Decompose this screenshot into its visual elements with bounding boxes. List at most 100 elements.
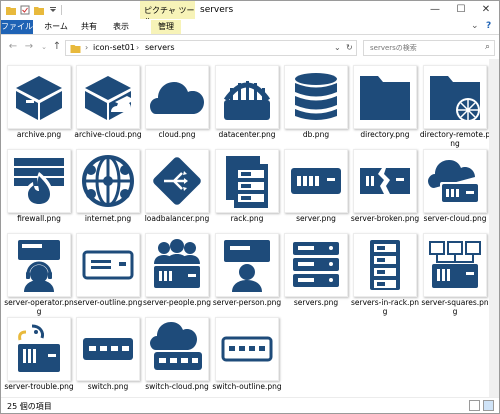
file-thumbnail [76, 233, 140, 297]
breadcrumb-item[interactable]: servers [145, 43, 175, 52]
file-name: rack.png [230, 214, 264, 223]
close-button[interactable]: ✕ [478, 3, 494, 17]
properties-icon[interactable] [20, 5, 30, 15]
file-item[interactable]: server-operator.png [4, 231, 74, 316]
file-thumbnail [215, 149, 279, 213]
expand-ribbon-icon[interactable]: ⌄ [471, 21, 479, 31]
tab-manage[interactable]: 管理 [151, 20, 181, 34]
address-row: ← → ⌄ ↑ › icon-set01 › servers ⌄ ↻ ⌕ [1, 37, 499, 59]
file-name: loadbalancer.png [144, 214, 210, 223]
folder-icon [360, 76, 410, 120]
file-thumbnail [145, 317, 209, 381]
large-icons-view-icon[interactable] [483, 400, 494, 411]
refresh-icon[interactable]: ↻ [346, 43, 353, 52]
file-thumbnail [284, 65, 348, 129]
file-item[interactable]: loadbalancer.png [143, 147, 211, 227]
file-thumbnail [284, 233, 348, 297]
file-item[interactable]: directory-remote.png [420, 63, 490, 148]
file-item[interactable]: server-cloud.png [421, 147, 489, 227]
title-bar: ピクチャ ツール servers — ☐ ✕ [1, 1, 499, 31]
file-item[interactable]: server-person.png [213, 231, 281, 311]
search-box[interactable]: ⌕ [363, 40, 495, 56]
file-item[interactable]: rack.png [213, 147, 281, 227]
file-name: datacenter.png [218, 130, 276, 139]
search-input[interactable] [364, 41, 476, 55]
file-name: servers-in-rack.png [351, 298, 419, 316]
file-thumbnail [7, 317, 71, 381]
tab-share[interactable]: 共有 [77, 20, 101, 34]
address-dropdown-icon[interactable]: ⌄ [334, 43, 341, 52]
file-item[interactable]: internet.png [74, 147, 142, 227]
file-thumbnail [7, 149, 71, 213]
up-arrow-icon[interactable]: ↑ [51, 41, 63, 53]
file-name: server-cloud.png [423, 214, 487, 223]
file-name: server-broken.png [350, 214, 420, 223]
file-name: server-people.png [142, 298, 212, 307]
recent-locations-icon[interactable]: ⌄ [38, 41, 50, 53]
file-item[interactable]: servers-in-rack.png [351, 231, 419, 316]
file-thumbnail [423, 65, 487, 129]
firewall-icon [14, 158, 64, 206]
file-thumbnail [353, 149, 417, 213]
file-item[interactable]: server-people.png [143, 231, 211, 311]
tab-file[interactable]: ファイル [1, 20, 33, 34]
file-item[interactable]: servers.png [282, 231, 350, 311]
server-icon [291, 168, 341, 194]
file-name: server-operator.png [4, 298, 74, 316]
help-icon[interactable]: ? [486, 21, 491, 31]
database-icon [295, 73, 337, 120]
file-item[interactable]: switch-cloud.png [143, 315, 211, 395]
tab-home[interactable]: ホーム [41, 20, 71, 34]
forward-arrow-icon[interactable]: → [23, 41, 35, 53]
server-operator-icon [18, 240, 60, 292]
file-name: internet.png [84, 214, 132, 223]
file-item[interactable]: archive-cloud.png [74, 63, 142, 143]
file-item[interactable]: db.png [282, 63, 350, 143]
customize-quick-access-icon[interactable] [48, 5, 58, 15]
ribbon-tabs: ファイル ホーム 共有 表示 管理 ⌄ ? [1, 19, 499, 35]
file-item[interactable]: archive.png [5, 63, 73, 143]
file-thumbnail [284, 149, 348, 213]
file-name: server-trouble.png [4, 382, 74, 391]
file-item[interactable]: server-broken.png [351, 147, 419, 227]
file-name: server-squares.png [421, 298, 489, 316]
file-name: archive-cloud.png [74, 130, 142, 139]
file-name: db.png [302, 130, 330, 139]
details-view-icon[interactable] [469, 400, 480, 411]
file-item[interactable]: server-squares.png [421, 231, 489, 316]
new-folder-icon[interactable] [34, 5, 44, 15]
file-item[interactable]: firewall.png [5, 147, 73, 227]
file-item[interactable]: cloud.png [143, 63, 211, 143]
file-item[interactable]: server-trouble.png [4, 315, 74, 395]
file-list: archive.png archive-cloud.png cloud.png dat… [1, 59, 499, 397]
servers-in-rack-icon [370, 240, 400, 290]
server-people-icon [154, 239, 200, 288]
file-name: server-person.png [212, 298, 282, 307]
address-bar[interactable]: › icon-set01 › servers ⌄ ↻ [65, 40, 357, 56]
file-thumbnail [76, 149, 140, 213]
file-item[interactable]: directory.png [351, 63, 419, 143]
cloud-icon [150, 82, 204, 114]
vertical-scrollbar[interactable] [489, 59, 499, 397]
server-outline-icon [82, 250, 134, 280]
server-broken-icon [360, 168, 410, 194]
tab-view[interactable]: 表示 [109, 20, 133, 34]
servers-icon [293, 242, 339, 287]
file-name: switch.png [87, 382, 129, 391]
breadcrumb-item[interactable]: icon-set01 [93, 43, 135, 52]
search-icon[interactable]: ⌕ [485, 42, 490, 52]
file-item[interactable]: server.png [282, 147, 350, 227]
file-item[interactable]: switch-outline.png [212, 315, 282, 395]
minimize-button[interactable]: — [427, 3, 443, 17]
file-item[interactable]: datacenter.png [213, 63, 281, 143]
file-name: switch-cloud.png [145, 382, 209, 391]
folder-icon [70, 45, 81, 53]
loadbalancer-icon [153, 157, 201, 205]
server-cloud-icon [428, 160, 480, 204]
file-item[interactable]: switch.png [74, 315, 142, 395]
file-item[interactable]: server-outline.png [74, 231, 142, 311]
maximize-button[interactable]: ☐ [453, 3, 469, 17]
back-arrow-icon[interactable]: ← [7, 41, 19, 53]
file-thumbnail [215, 317, 279, 381]
globe-icon [82, 155, 134, 207]
